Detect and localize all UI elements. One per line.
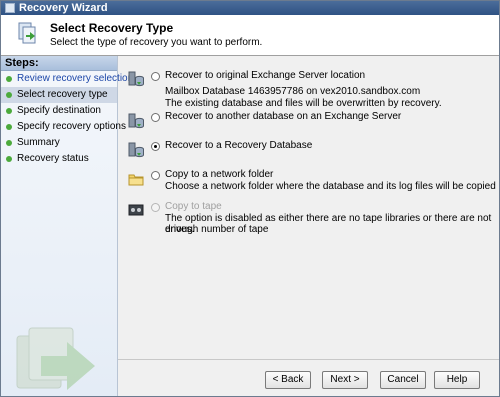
step-complete-icon bbox=[6, 76, 12, 82]
step-label: Review recovery selection bbox=[17, 73, 134, 84]
wizard-header-icon bbox=[18, 22, 36, 44]
option-description: Mailbox Database 1463957786 on vex2010.s… bbox=[165, 86, 421, 97]
option-description: The existing database and files will be … bbox=[165, 98, 442, 109]
step-select-recovery-type: Select recovery type bbox=[1, 87, 117, 103]
step-summary: Summary bbox=[1, 135, 117, 151]
radio-recovery-database[interactable] bbox=[151, 142, 160, 151]
wizard-footer: < Back Next > Cancel Help bbox=[118, 359, 499, 396]
step-review-recovery-selection[interactable]: Review recovery selection bbox=[1, 71, 133, 87]
step-specify-destination: Specify destination bbox=[1, 103, 117, 119]
radio-original-location[interactable] bbox=[151, 72, 160, 81]
next-button[interactable]: Next > bbox=[322, 371, 368, 389]
steps-sidebar: Steps: Review recovery selection Select … bbox=[1, 56, 133, 396]
step-pending-icon bbox=[6, 124, 12, 130]
radio-copy-to-tape bbox=[151, 203, 160, 212]
option-label: Copy to tape bbox=[165, 201, 222, 212]
step-label: Recovery status bbox=[17, 153, 89, 164]
back-button[interactable]: < Back bbox=[265, 371, 311, 389]
option-description: drives. bbox=[165, 224, 195, 235]
recovery-options-panel: Recover to original Exchange Server loca… bbox=[118, 56, 499, 360]
step-recovery-status: Recovery status bbox=[1, 151, 117, 167]
window-title: Recovery Wizard bbox=[19, 2, 108, 14]
step-current-icon bbox=[6, 92, 12, 98]
page-subtitle: Select the type of recovery you want to … bbox=[50, 37, 263, 48]
wizard-header: Select Recovery Type Select the type of … bbox=[1, 15, 499, 56]
option-description: Choose a network folder where the databa… bbox=[165, 181, 496, 192]
option-label[interactable]: Recover to another database on an Exchan… bbox=[165, 111, 401, 122]
option-label[interactable]: Recover to a Recovery Database bbox=[165, 140, 312, 151]
step-specify-recovery-options: Specify recovery options bbox=[1, 119, 126, 135]
step-label: Specify destination bbox=[17, 105, 101, 116]
step-label: Select recovery type bbox=[17, 89, 108, 100]
page-title: Select Recovery Type bbox=[50, 21, 174, 35]
step-pending-icon bbox=[6, 156, 12, 162]
step-label: Summary bbox=[17, 137, 60, 148]
radio-another-database[interactable] bbox=[151, 113, 160, 122]
title-bar: Recovery Wizard bbox=[1, 1, 499, 15]
wizard-watermark-art bbox=[16, 327, 95, 390]
folder-icon bbox=[128, 174, 144, 186]
database-server-icon bbox=[128, 71, 144, 87]
option-label[interactable]: Recover to original Exchange Server loca… bbox=[165, 70, 365, 81]
option-label[interactable]: Copy to a network folder bbox=[165, 169, 273, 180]
help-button[interactable]: Help bbox=[434, 371, 480, 389]
step-pending-icon bbox=[6, 108, 12, 114]
step-label: Specify recovery options bbox=[17, 121, 126, 132]
cancel-button[interactable]: Cancel bbox=[380, 371, 426, 389]
wizard-app-icon bbox=[5, 3, 15, 13]
tape-icon bbox=[128, 204, 144, 216]
recovery-wizard-window: Recovery Wizard Select Recovery Type Sel… bbox=[0, 0, 500, 397]
option-description: The option is disabled as either there a… bbox=[165, 213, 492, 235]
step-pending-icon bbox=[6, 140, 12, 146]
radio-network-folder[interactable] bbox=[151, 171, 160, 180]
database-server-icon bbox=[128, 113, 144, 129]
database-server-icon bbox=[128, 142, 144, 158]
steps-heading: Steps: bbox=[1, 56, 117, 71]
